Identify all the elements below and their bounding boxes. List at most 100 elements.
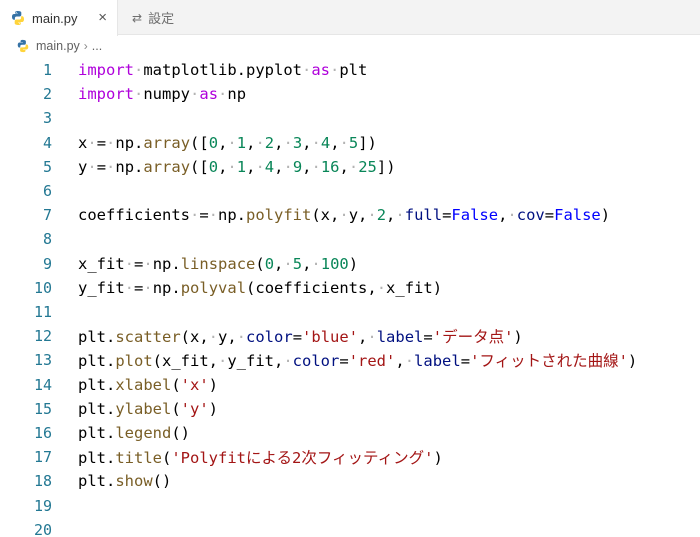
line-number: 15 [33, 399, 52, 418]
code-token: np. [152, 278, 181, 297]
code-token: = [199, 206, 209, 225]
code-token: numpy [143, 85, 191, 104]
code-line[interactable]: 16 plt.legend() [0, 421, 700, 445]
tab-main-py[interactable]: main.py × [0, 0, 118, 36]
code-line[interactable]: 1 import·matplotlib.pyplot·as·plt [0, 58, 700, 82]
line-number: 5 [42, 157, 52, 176]
code-token: = [96, 133, 107, 152]
code-line[interactable]: 20 [0, 518, 700, 537]
code-line[interactable]: 18 plt.show() [0, 469, 700, 493]
code-line[interactable]: 15 plt.ylabel('y') [0, 397, 700, 421]
code-token: plot [115, 352, 153, 371]
whitespace-dot: · [311, 157, 321, 176]
code-text: plt.ylabel('y') [78, 400, 218, 418]
code-token: full [404, 206, 443, 225]
code-token: = [292, 328, 303, 347]
code-line[interactable]: 8 [0, 227, 700, 251]
code-token: , [339, 157, 349, 176]
tab-settings[interactable]: ⇄ 設定 [118, 0, 238, 35]
code-token: xlabel [115, 375, 172, 394]
whitespace-dot: · [143, 254, 153, 273]
code-line[interactable]: 10 y_fit·=·np.polyval(coefficients,·x_fit… [0, 276, 700, 300]
code-token: = [96, 157, 107, 176]
code-token: , [358, 328, 368, 347]
code-line[interactable]: 12 plt.scatter(x,·y,·color='blue',·label=… [0, 324, 700, 348]
code-token: 16 [320, 157, 340, 176]
code-token: 'red' [348, 352, 396, 371]
code-line[interactable]: 2 import·numpy·as·np [0, 82, 700, 106]
chevron-right-icon: › [83, 39, 88, 53]
whitespace-dot: · [227, 133, 237, 152]
line-number: 8 [42, 230, 52, 249]
whitespace-dot: · [134, 85, 144, 104]
code-line[interactable]: 11 [0, 300, 700, 324]
code-token: plt. [78, 449, 116, 468]
code-token: ([ [190, 133, 209, 152]
code-token: , [302, 157, 312, 176]
code-line[interactable]: 17 plt.title('Polyfitによる2次フィッティング') [0, 445, 700, 469]
code-text: plt.scatter(x,·y,·color='blue',·label='デ… [78, 325, 523, 347]
code-token: as [199, 85, 219, 104]
code-editor[interactable]: 1 import·matplotlib.pyplot·as·plt 2 import·… [0, 58, 700, 537]
code-token: 2 [264, 133, 275, 152]
whitespace-dot: · [339, 133, 349, 152]
code-token: ylabel [115, 399, 172, 418]
close-icon[interactable]: × [98, 10, 107, 25]
code-token: (x_fit, [152, 352, 218, 371]
whitespace-dot: · [283, 254, 293, 273]
code-token: ( [255, 254, 265, 273]
line-number: 19 [33, 496, 52, 515]
whitespace-dot: · [217, 352, 228, 371]
code-token: = [134, 254, 144, 273]
code-line[interactable]: 9 x_fit·=·np.linspace(0,·5,·100) [0, 252, 700, 276]
code-line[interactable]: 5 y·=·np.array([0,·1,·4,·9,·16,·25]) [0, 155, 700, 179]
whitespace-dot: · [283, 352, 293, 371]
code-token: np [227, 85, 247, 104]
code-line[interactable]: 19 [0, 494, 700, 518]
code-text: import·matplotlib.pyplot·as·plt [78, 61, 367, 79]
code-token: ( [162, 449, 172, 468]
code-token: title [115, 449, 162, 468]
code-line[interactable]: 4 x·=·np.array([0,·1,·2,·3,·4,·5]) [0, 131, 700, 155]
code-text: plt.xlabel('x') [78, 376, 218, 394]
breadcrumb-rest[interactable]: ... [92, 39, 102, 53]
whitespace-dot: · [87, 133, 97, 152]
whitespace-dot: · [87, 157, 97, 176]
whitespace-dot: · [124, 254, 135, 273]
code-text: import·numpy·as·np [78, 85, 246, 103]
code-token: 100 [320, 254, 349, 273]
code-line[interactable]: 7 coefficients·=·np.polyfit(x,·y,·2,·full… [0, 203, 700, 227]
whitespace-dot: · [507, 206, 517, 225]
code-token: ) [348, 254, 359, 273]
code-token: show [115, 472, 153, 491]
breadcrumb-file[interactable]: main.py [36, 39, 80, 53]
line-number: 11 [33, 303, 52, 321]
breadcrumb: main.py › ... [0, 35, 700, 57]
code-token: ) [433, 449, 443, 468]
whitespace-dot: · [339, 206, 349, 225]
python-icon [17, 39, 29, 53]
whitespace-dot: · [106, 133, 116, 152]
code-token: color [246, 328, 293, 347]
code-token: y_fit [78, 278, 125, 297]
code-token: , [386, 206, 396, 225]
code-token: plt. [78, 375, 116, 394]
code-text: y·=·np.array([0,·1,·4,·9,·16,·25]) [78, 158, 396, 176]
code-token: , [218, 157, 228, 176]
code-line[interactable]: 3 [0, 106, 700, 130]
code-line[interactable]: 14 plt.xlabel('x') [0, 373, 700, 397]
code-line[interactable]: 6 [0, 179, 700, 203]
code-token: , [218, 133, 228, 152]
code-line[interactable]: 13 plt.plot(x_fit,·y_fit,·color='red',·la… [0, 348, 700, 372]
code-token: 0 [264, 254, 275, 273]
code-token: 9 [292, 157, 303, 176]
code-token: (x, [311, 206, 340, 225]
whitespace-dot: · [283, 157, 293, 176]
code-token: ) [600, 206, 611, 225]
whitespace-dot: · [311, 254, 321, 273]
line-number: 18 [33, 472, 52, 491]
code-token: (coefficients, [246, 278, 377, 297]
code-token: np. [115, 157, 144, 176]
code-text: plt.legend() [78, 424, 190, 442]
code-token: legend [115, 424, 172, 442]
